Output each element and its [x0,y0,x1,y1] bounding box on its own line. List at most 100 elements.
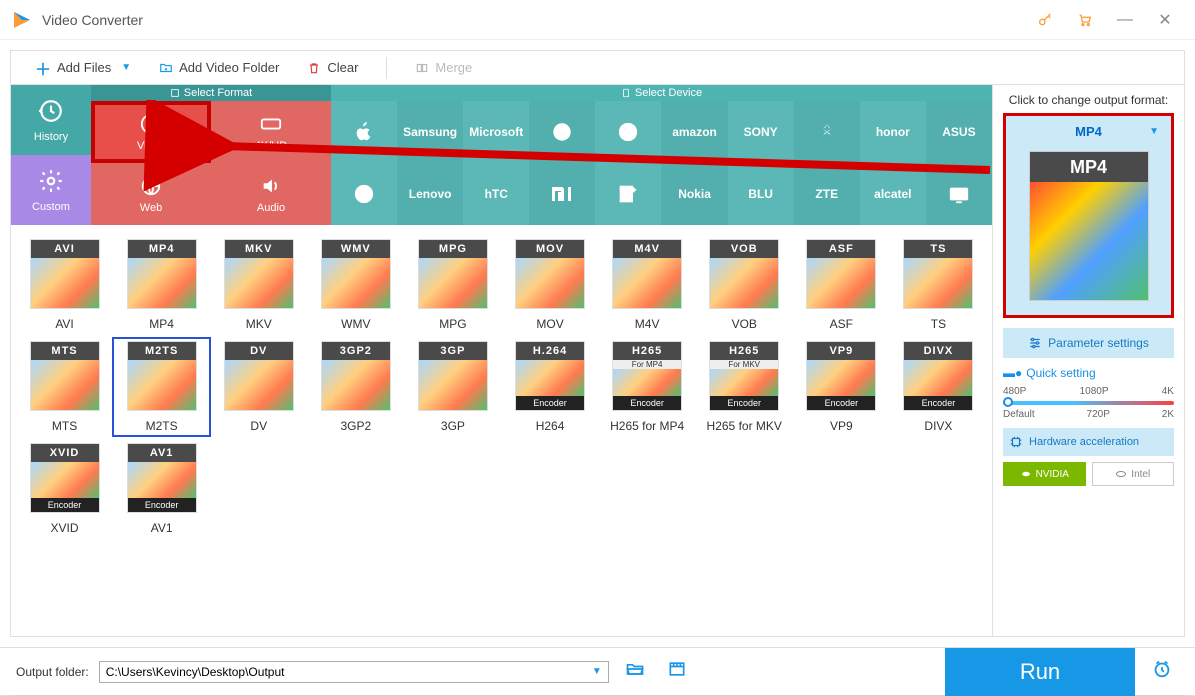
category-row: History Custom Select Format [11,85,992,225]
intel-icon [1115,468,1127,480]
category-video[interactable]: Video [91,101,211,163]
slider-handle[interactable] [1003,397,1013,407]
format-vp9[interactable]: VP9EncoderVP9 [794,339,889,435]
brand-google[interactable] [529,101,595,163]
output-format-box[interactable]: MP4 MP4 [1003,113,1174,318]
add-files-label: Add Files [57,60,111,75]
format-divx[interactable]: DIVXEncoderDIVX [891,339,986,435]
category-web[interactable]: Web [91,163,211,225]
format-mkv[interactable]: MKVMKV [211,237,306,333]
titlebar: Video Converter — ✕ [0,0,1195,40]
history-button[interactable]: History [11,85,91,155]
key-icon[interactable] [1025,5,1065,35]
format-m2ts[interactable]: M2TSM2TS [114,339,209,435]
app-title: Video Converter [42,12,1025,28]
brand-samsung[interactable]: Samsung [397,101,463,163]
brand-huawei[interactable] [794,101,860,163]
format-mts[interactable]: MTSMTS [17,339,112,435]
output-format-thumb: MP4 [1029,151,1149,301]
custom-button[interactable]: Custom [11,155,91,225]
format-dv[interactable]: DVDV [211,339,306,435]
brand-motorola[interactable] [331,163,397,225]
brand-sony[interactable]: SONY [728,101,794,163]
category-4khd-icon [260,113,282,138]
open-folder-icon[interactable] [619,659,651,684]
format-mov[interactable]: MOVMOV [502,237,597,333]
merge-button[interactable]: Merge [401,52,486,84]
format-avi[interactable]: AVIAVI [17,237,112,333]
brand-lg[interactable] [595,101,661,163]
run-button[interactable]: Run [945,648,1135,696]
folder-plus-icon [159,61,173,75]
output-folder-label: Output folder: [16,665,89,679]
nvidia-button[interactable]: NVIDIA [1003,462,1086,486]
format-mpg[interactable]: MPGMPG [405,237,500,333]
output-format-dropdown[interactable]: MP4 [1014,124,1163,139]
clear-label: Clear [327,60,358,75]
schedule-icon[interactable] [1145,658,1179,685]
minimize-button[interactable]: — [1105,5,1145,35]
add-files-button[interactable]: ＋ Add Files ▼ [21,52,145,84]
format-3gp2[interactable]: 3GP23GP2 [308,339,403,435]
brand-lenovo[interactable]: Lenovo [397,163,463,225]
gear-icon [38,168,64,197]
formats-scroll[interactable]: AVIAVIMP4MP4MKVMKVWMVWMVMPGMPGMOVMOVM4VM… [11,225,992,636]
output-folder-path: C:\Users\Kevincy\Desktop\Output [106,665,285,679]
chevron-down-icon[interactable]: ▼ [592,666,602,677]
format-m4v[interactable]: M4VM4V [600,237,695,333]
trash-icon [307,61,321,75]
category-audio[interactable]: Audio [211,163,331,225]
custom-label: Custom [32,201,70,213]
divider [386,57,387,79]
hardware-accel-button[interactable]: Hardware acceleration [1003,428,1174,456]
format-xvid[interactable]: XVIDEncoderXVID [17,441,112,537]
format-h265-for-mkv[interactable]: H265For MKVEncoderH265 for MKV [697,339,792,435]
category-4khd[interactable]: 4K/HD [211,101,331,163]
format-wmv[interactable]: WMVWMV [308,237,403,333]
format-h265-for-mp4[interactable]: H265For MP4EncoderH265 for MP4 [600,339,695,435]
format-asf[interactable]: ASFASF [794,237,889,333]
history-label: History [34,131,68,143]
format-h264[interactable]: H.264EncoderH264 [502,339,597,435]
brand-blu[interactable]: BLU [728,163,794,225]
intel-button[interactable]: Intel [1092,462,1175,486]
clear-button[interactable]: Clear [293,52,372,84]
toolbar: ＋ Add Files ▼ Add Video Folder Clear Mer… [10,50,1185,84]
quality-slider[interactable]: 480P1080P4K Default720P2K [1003,386,1174,420]
chip-icon [1009,435,1023,449]
brand-apple[interactable] [331,101,397,163]
brand-oneplus[interactable] [595,163,661,225]
format-ts[interactable]: TSTS [891,237,986,333]
brand-xiaomi[interactable] [529,163,595,225]
add-video-folder-button[interactable]: Add Video Folder [145,52,293,84]
nvidia-icon [1020,468,1032,480]
history-icon [38,98,64,127]
format-mp4[interactable]: MP4MP4 [114,237,209,333]
chevron-down-icon[interactable]: ▼ [121,62,131,73]
close-button[interactable]: ✕ [1145,5,1185,35]
parameter-settings-button[interactable]: Parameter settings [1003,328,1174,358]
brand-amazon[interactable]: amazon [661,101,727,163]
cart-icon[interactable] [1065,5,1105,35]
brand-honor[interactable]: honor [860,101,926,163]
format-vob[interactable]: VOBVOB [697,237,792,333]
brand-microsoft[interactable]: Microsoft [463,101,529,163]
brand-alcatel[interactable]: alcatel [860,163,926,225]
brand-tv[interactable] [926,163,992,225]
plus-icon: ＋ [35,56,51,80]
select-device-header: Select Device [331,85,992,101]
format-3gp[interactable]: 3GP3GP [405,339,500,435]
select-format-header: Select Format [91,85,331,101]
merge-icon [415,61,429,75]
add-folder-label: Add Video Folder [179,60,279,75]
brand-nokia[interactable]: Nokia [661,163,727,225]
output-folder-input[interactable]: C:\Users\Kevincy\Desktop\Output ▼ [99,661,609,683]
category-video-icon [140,113,162,138]
format-av1[interactable]: AV1EncoderAV1 [114,441,209,537]
film-folder-icon[interactable] [661,659,693,684]
brand-zte[interactable]: ZTE [794,163,860,225]
bottom-bar: Output folder: C:\Users\Kevincy\Desktop\… [0,647,1195,695]
brand-asus[interactable]: ASUS [926,101,992,163]
app-logo-icon [10,8,34,32]
brand-htc[interactable]: hTC [463,163,529,225]
